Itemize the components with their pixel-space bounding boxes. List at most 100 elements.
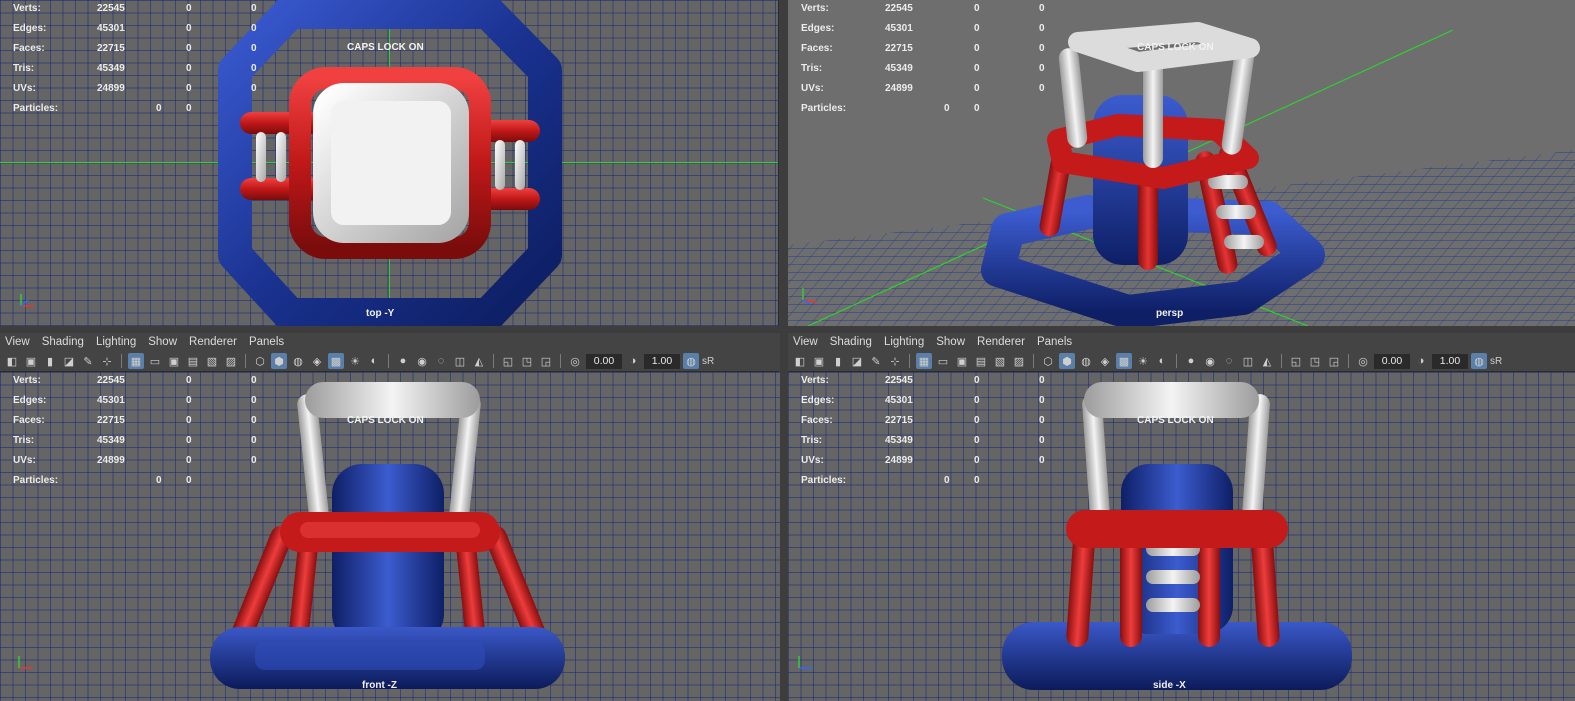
color-management-icon[interactable]: ◍ [683,353,699,369]
gamma-field[interactable]: 1.00 [644,353,680,369]
select-camera-icon[interactable]: ◧ [792,353,808,369]
camera-name-front: front -Z [362,680,397,691]
textured-icon[interactable]: ◈ [1097,353,1113,369]
caps-lock-indicator: CAPS LOCK ON [1137,42,1214,53]
grid-icon[interactable]: ▦ [128,353,144,369]
panel-menubar-side: View Shading Lighting Show Renderer Pane… [788,333,1575,351]
select-camera-icon[interactable]: ◧ [4,353,20,369]
2d-pan-zoom-icon[interactable]: ⊹ [887,353,903,369]
axis-gizmo-icon [20,294,34,307]
exposure-icon[interactable]: ◎ [567,353,583,369]
anti-aliasing-icon[interactable]: ◉ [1202,353,1218,369]
textured-icon[interactable]: ◈ [309,353,325,369]
menu-shading[interactable]: Shading [37,336,91,348]
bookmark-icon[interactable]: ▮ [830,353,846,369]
menu-lighting[interactable]: Lighting [91,336,143,348]
camera-attributes-icon[interactable]: ▣ [23,353,39,369]
axis-gizmo-icon [802,288,817,304]
gate-mask-icon[interactable]: ▤ [185,353,201,369]
isolate-select-icon[interactable]: ◫ [452,353,468,369]
image-plane-icon[interactable]: ◪ [61,353,77,369]
grease-pencil-icon[interactable]: ✎ [80,353,96,369]
axis-gizmo-icon [798,656,812,669]
wireframe-on-shaded-icon[interactable]: ◍ [1078,353,1094,369]
field-chart-icon[interactable]: ▧ [204,353,220,369]
gamma-icon[interactable]: ◑ [625,353,641,369]
panel-toolbar-front: ◧ ▣ ▮ ◪ ✎ ⊹ ▦ ▭ ▣ ▤ ▧ ▨ ⬡ ⬢ ◍ ◈ ▩ ☀ ◐ ● … [0,351,780,371]
xray-icon[interactable]: ◭ [1259,353,1275,369]
color-management-icon[interactable]: ◍ [1471,353,1487,369]
viewport-splitter-horizontal[interactable] [0,326,1575,333]
grid-icon[interactable]: ▦ [916,353,932,369]
resolution-gate-icon[interactable]: ▣ [954,353,970,369]
use-all-lights-icon[interactable]: ▩ [1116,353,1132,369]
viewport-side[interactable]: Verts: 22545 0 0 Edges: 45301 0 0 Faces: 22715 0… [788,372,1575,701]
shadows-icon[interactable]: ☀ [347,353,363,369]
menu-lighting[interactable]: Lighting [879,336,931,348]
field-chart-icon[interactable]: ▧ [992,353,1008,369]
wireframe-icon[interactable]: ⬡ [1040,353,1056,369]
xray-joints-icon[interactable]: ◱ [1288,353,1304,369]
menu-view[interactable]: View [788,336,825,348]
smooth-shade-icon[interactable]: ⬢ [1059,353,1075,369]
panel-menubar-front: View Shading Lighting Show Renderer Pane… [0,333,780,351]
viewport-front[interactable]: Verts: 22545 0 0 Edges: 45301 0 0 Faces: 22715 0… [0,372,780,701]
safe-action-icon[interactable]: ▨ [1011,353,1027,369]
camera-name-persp: persp [1156,308,1184,319]
exposure-icon[interactable]: ◎ [1355,353,1371,369]
safe-action-icon[interactable]: ▨ [223,353,239,369]
motion-blur-icon[interactable]: ● [1183,353,1199,369]
backface-icon[interactable]: ◲ [1326,353,1342,369]
camera-attributes-icon[interactable]: ▣ [811,353,827,369]
menu-renderer[interactable]: Renderer [184,336,244,348]
smooth-shade-icon[interactable]: ⬢ [271,353,287,369]
menu-show[interactable]: Show [143,336,184,348]
exposure-field[interactable]: 0.00 [1374,353,1410,369]
color-space-label[interactable]: sR [702,356,714,367]
use-all-lights-icon[interactable]: ▩ [328,353,344,369]
axis-gizmo-icon [18,656,32,669]
viewport-top[interactable]: Verts: 22545 0 0 Edges: 45301 0 0 Faces: 22715 0… [0,0,778,326]
menu-panels[interactable]: Panels [244,336,291,348]
gate-mask-icon[interactable]: ▤ [973,353,989,369]
caps-lock-indicator: CAPS LOCK ON [347,415,424,426]
isolate-select-icon[interactable]: ◫ [1240,353,1256,369]
xray-components-icon[interactable]: ◳ [1307,353,1323,369]
bookmark-icon[interactable]: ▮ [42,353,58,369]
caps-lock-indicator: CAPS LOCK ON [1137,415,1214,426]
backface-icon[interactable]: ◲ [538,353,554,369]
motion-blur-icon[interactable]: ● [395,353,411,369]
wireframe-on-shaded-icon[interactable]: ◍ [290,353,306,369]
menu-view[interactable]: View [0,336,37,348]
menu-show[interactable]: Show [931,336,972,348]
grease-pencil-icon[interactable]: ✎ [868,353,884,369]
resolution-gate-icon[interactable]: ▣ [166,353,182,369]
gamma-field[interactable]: 1.00 [1432,353,1468,369]
menu-shading[interactable]: Shading [825,336,879,348]
exposure-field[interactable]: 0.00 [586,353,622,369]
menu-panels[interactable]: Panels [1032,336,1079,348]
xray-icon[interactable]: ◭ [471,353,487,369]
screen-space-ao-icon[interactable]: ◐ [1154,353,1170,369]
panel-toolbar-side: ◧ ▣ ▮ ◪ ✎ ⊹ ▦ ▭ ▣ ▤ ▧ ▨ ⬡ ⬢ ◍ ◈ ▩ ☀ ◐ ● … [788,351,1575,371]
shadows-icon[interactable]: ☀ [1135,353,1151,369]
anti-aliasing-icon[interactable]: ◉ [414,353,430,369]
screen-space-ao-icon[interactable]: ◐ [366,353,382,369]
camera-name-top: top -Y [366,308,395,319]
film-gate-icon[interactable]: ▭ [147,353,163,369]
caps-lock-indicator: CAPS LOCK ON [347,42,424,53]
image-plane-icon[interactable]: ◪ [849,353,865,369]
2d-pan-zoom-icon[interactable]: ⊹ [99,353,115,369]
depth-of-field-icon[interactable]: ◌ [433,353,449,369]
xray-components-icon[interactable]: ◳ [519,353,535,369]
wireframe-icon[interactable]: ⬡ [252,353,268,369]
camera-name-side: side -X [1153,680,1186,691]
xray-joints-icon[interactable]: ◱ [500,353,516,369]
film-gate-icon[interactable]: ▭ [935,353,951,369]
gamma-icon[interactable]: ◑ [1413,353,1429,369]
viewport-splitter-vertical[interactable] [779,0,788,701]
color-space-label[interactable]: sR [1490,356,1502,367]
viewport-persp[interactable]: Verts: 22545 0 0 Edges: 45301 0 0 Faces: 22715 0… [788,0,1575,326]
menu-renderer[interactable]: Renderer [972,336,1032,348]
depth-of-field-icon[interactable]: ◌ [1221,353,1237,369]
